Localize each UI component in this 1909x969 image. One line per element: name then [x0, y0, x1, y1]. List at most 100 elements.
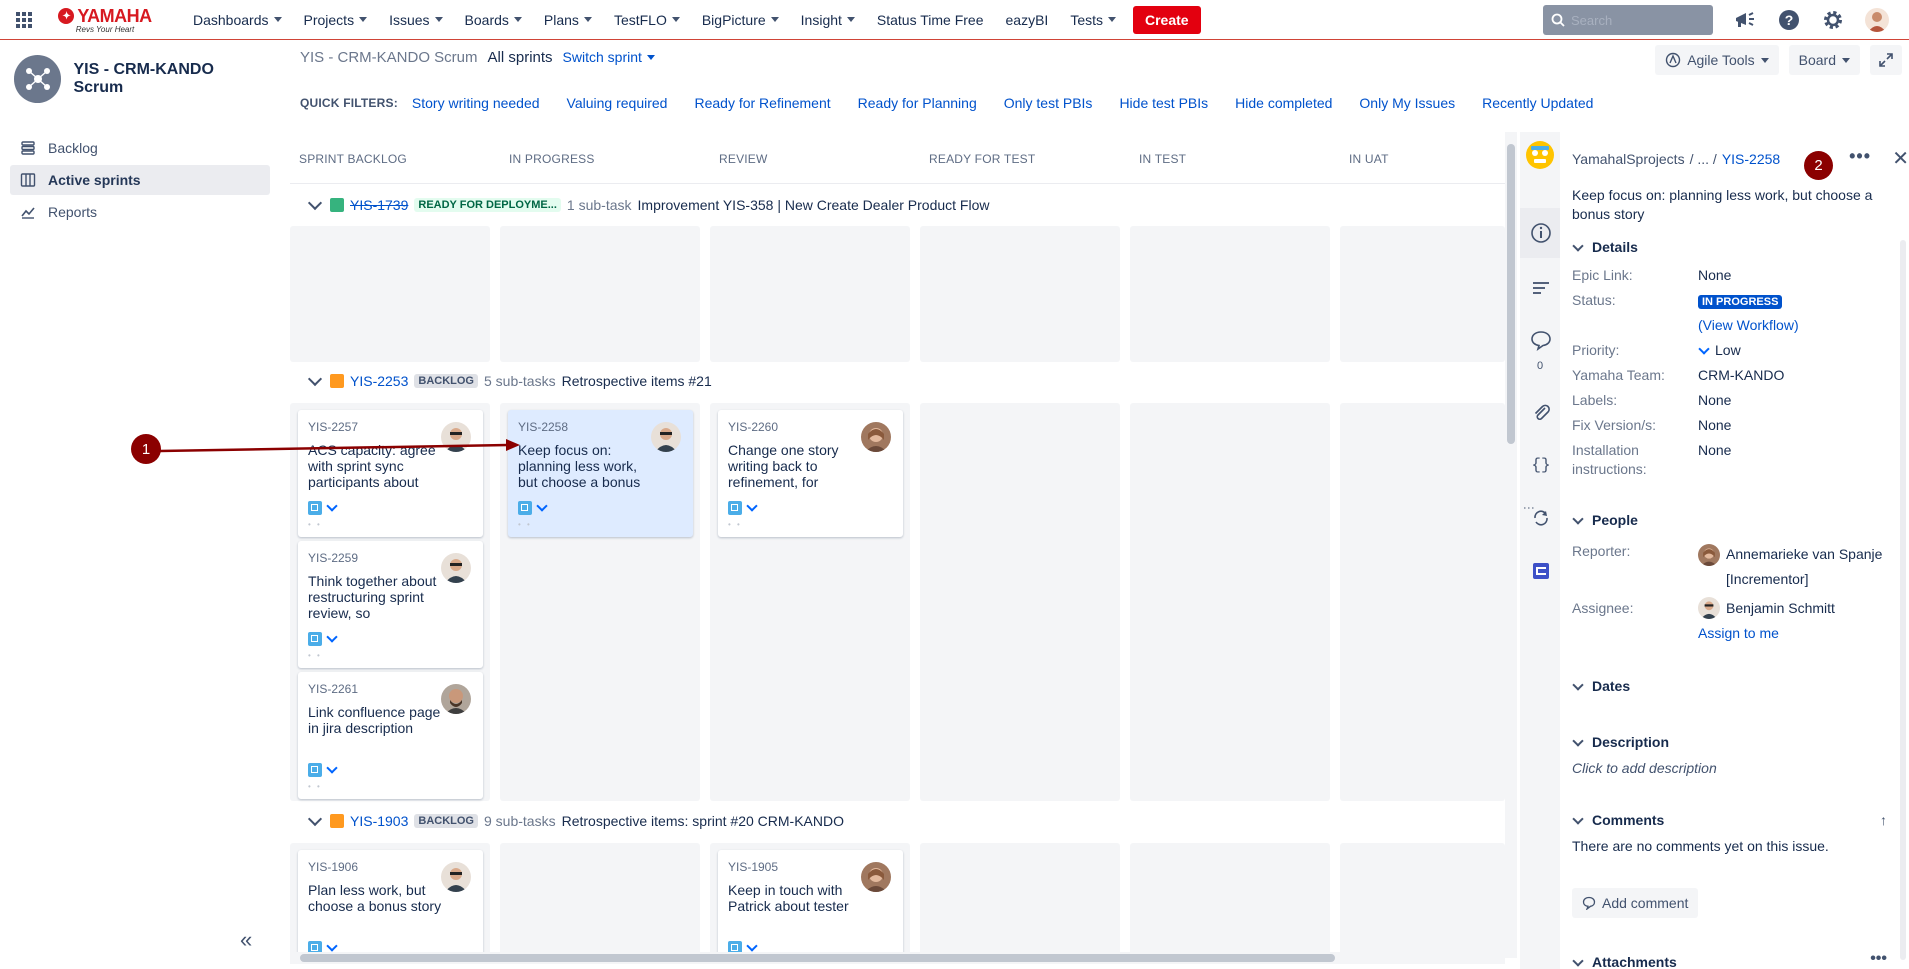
quick-filter-ready-for-refinement[interactable]: Ready for Refinement [694, 95, 830, 111]
quick-filter-hide-completed[interactable]: Hide completed [1235, 95, 1332, 111]
priority-value[interactable]: Low [1698, 341, 1741, 360]
assign-to-me-link[interactable]: Assign to me [1698, 624, 1779, 643]
breadcrumb-project[interactable]: YIS - CRM-KANDO Scrum [300, 49, 478, 66]
issue-card[interactable]: YIS-2260 Change one story writing back t… [718, 410, 903, 537]
breadcrumb-issue-key[interactable]: YIS-2258 [1722, 151, 1780, 167]
help-icon[interactable]: ? [1777, 8, 1801, 32]
status-badge[interactable]: IN PROGRESS [1698, 295, 1783, 309]
search-box[interactable] [1543, 5, 1713, 35]
board-vertical-scrollbar[interactable] [1505, 132, 1517, 958]
nav-menu-projects[interactable]: Projects [293, 12, 379, 28]
section-attachments[interactable]: Attachments [1572, 954, 1677, 969]
project-header[interactable]: YIS - CRM-KANDO Scrum [0, 41, 280, 117]
issue-card[interactable]: YIS-2261 Link confluence page in jira de… [298, 672, 483, 799]
board-menu-button[interactable]: Board [1788, 45, 1860, 75]
assignee-avatar[interactable] [441, 422, 471, 452]
installation-value[interactable]: None [1698, 441, 1731, 460]
quick-filter-only-test-pbis[interactable]: Only test PBIs [1004, 95, 1093, 111]
assignee-avatar[interactable] [861, 422, 891, 452]
section-people[interactable]: People [1572, 512, 1638, 528]
collapse-sidebar-icon[interactable]: « [240, 927, 252, 953]
board-horizontal-scrollbar[interactable] [290, 952, 1505, 964]
issue-card[interactable]: YIS-1906 Plan less work, but choose a bo… [298, 850, 483, 958]
sidebar-item-reports[interactable]: Reports [10, 197, 270, 227]
section-details[interactable]: Details [1572, 239, 1638, 255]
section-comments[interactable]: Comments [1572, 812, 1664, 828]
issue-key[interactable]: YIS-1739 [350, 197, 408, 213]
panel-scrollbar[interactable] [1900, 240, 1906, 960]
comment-icon[interactable] [1530, 329, 1552, 351]
nav-menu-tests[interactable]: Tests [1059, 12, 1127, 28]
agile-tools-button[interactable]: Agile Tools [1655, 45, 1779, 75]
quick-filter-valuing-required[interactable]: Valuing required [567, 95, 668, 111]
user-avatar[interactable] [1865, 8, 1889, 32]
labels-value[interactable]: None [1698, 391, 1731, 410]
swimlane-header[interactable]: YIS-1903 BACKLOG 9 sub-tasks Retrospecti… [307, 811, 844, 829]
reporter-value[interactable]: Annemarieke van Spanje [Incrementor] [1698, 542, 1888, 592]
description-placeholder[interactable]: Click to add description [1572, 759, 1717, 778]
issue-card-selected[interactable]: YIS-2258 Keep focus on: planning less wo… [508, 410, 693, 537]
create-button[interactable]: Create [1133, 5, 1201, 34]
nav-menu-bigpicture[interactable]: BigPicture [691, 12, 790, 28]
sync-icon[interactable] [1530, 507, 1552, 529]
assignee-avatar[interactable] [441, 553, 471, 583]
sidebar-item-backlog[interactable]: Backlog [10, 133, 270, 163]
chevron-down-icon[interactable] [307, 195, 323, 211]
nav-menu-testflo[interactable]: TestFLO [603, 12, 691, 28]
quick-filter-ready-for-planning[interactable]: Ready for Planning [858, 95, 977, 111]
quick-filter-recently-updated[interactable]: Recently Updated [1482, 95, 1593, 111]
section-dates[interactable]: Dates [1572, 678, 1630, 694]
switch-sprint-dropdown[interactable]: Switch sprint [563, 49, 655, 65]
attachment-paperclip-icon[interactable] [1530, 402, 1552, 424]
quick-filter-hide-test-pbis[interactable]: Hide test PBIs [1119, 95, 1208, 111]
team-value[interactable]: CRM-KANDO [1698, 366, 1784, 385]
issue-key[interactable]: YIS-1903 [350, 813, 408, 829]
section-description[interactable]: Description [1572, 734, 1669, 750]
swimlane-header[interactable]: YIS-1739 READY FOR DEPLOYME... 1 sub-tas… [307, 195, 989, 213]
megaphone-icon[interactable] [1733, 8, 1757, 32]
nav-menu-status-time-free[interactable]: Status Time Free [866, 12, 995, 28]
fix-version-value[interactable]: None [1698, 416, 1731, 435]
assignee-value[interactable]: Benjamin Schmitt [1698, 597, 1835, 619]
quick-filter-only-my-issues[interactable]: Only My Issues [1359, 95, 1455, 111]
sidebar-item-active-sprints[interactable]: Active sprints [10, 165, 270, 195]
breadcrumb-project[interactable]: YamahalSprojects [1572, 151, 1685, 167]
nav-menu-insight[interactable]: Insight [790, 12, 866, 28]
scrollbar-thumb[interactable] [300, 954, 1335, 962]
assignee-avatar[interactable] [441, 684, 471, 714]
close-icon[interactable]: ✕ [1892, 146, 1909, 171]
app-switcher-icon[interactable] [16, 11, 32, 28]
swimlane-header[interactable]: YIS-2253 BACKLOG 5 sub-tasks Retrospecti… [307, 371, 712, 389]
nav-menu-issues[interactable]: Issues [378, 12, 453, 28]
quick-filter-story-writing-needed[interactable]: Story writing needed [412, 95, 540, 111]
activity-list-icon[interactable] [1530, 277, 1552, 299]
nav-menu-eazybi[interactable]: eazyBI [995, 12, 1060, 28]
more-actions-icon[interactable]: ••• [1849, 146, 1871, 167]
nav-menu-dashboards[interactable]: Dashboards [182, 12, 293, 28]
view-workflow-link[interactable]: (View Workflow) [1698, 316, 1799, 335]
assignee-avatar[interactable] [441, 862, 471, 892]
code-braces-icon[interactable]: {} [1530, 454, 1552, 476]
chevron-down-icon[interactable] [307, 371, 323, 387]
add-comment-button[interactable]: Add comment [1572, 888, 1699, 918]
app-integration-icon[interactable] [1530, 560, 1552, 582]
scrollbar-thumb[interactable] [1507, 144, 1515, 444]
settings-gear-icon[interactable] [1821, 8, 1845, 32]
sort-arrow-up-icon[interactable]: ↑ [1880, 812, 1887, 828]
chevron-down-icon[interactable] [307, 811, 323, 827]
info-icon[interactable] [1530, 222, 1552, 244]
nav-menu-boards[interactable]: Boards [454, 12, 533, 28]
nav-menu-plans[interactable]: Plans [533, 12, 603, 28]
issue-card[interactable]: YIS-2259 Think together about restructur… [298, 541, 483, 668]
issue-card[interactable]: YIS-2257 ACS capacity: agree with sprint… [298, 410, 483, 537]
issue-summary[interactable]: Keep focus on: planning less work, but c… [1572, 186, 1902, 224]
assignee-avatar[interactable] [861, 862, 891, 892]
search-input[interactable] [1571, 12, 1691, 28]
attachments-more-icon[interactable]: ••• [1870, 950, 1887, 968]
expand-fullscreen-button[interactable] [1870, 45, 1902, 75]
issue-card[interactable]: YIS-1905 Keep in touch with Patrick abou… [718, 850, 903, 958]
epic-link-value[interactable]: None [1698, 266, 1731, 285]
assignee-avatar[interactable] [651, 422, 681, 452]
issue-key[interactable]: YIS-2253 [350, 373, 408, 389]
yamaha-logo[interactable]: ✦ YAMAHA Revs Your Heart [58, 6, 152, 34]
